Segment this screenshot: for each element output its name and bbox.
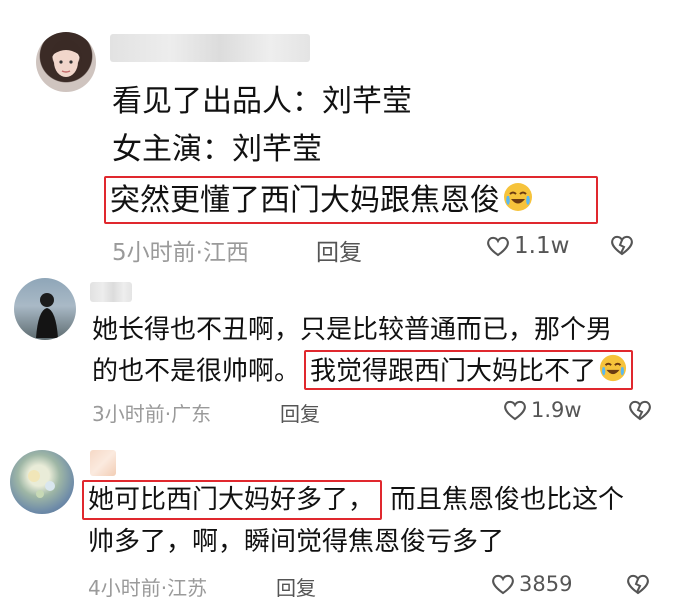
like-button[interactable]: 3859	[491, 572, 572, 596]
crying-laughing-emoji-icon	[599, 354, 627, 390]
dislike-button[interactable]	[610, 234, 634, 260]
comment-text: 的也不是很帅啊。	[92, 356, 301, 387]
comment-text: 而且焦恩俊也比这个	[390, 485, 625, 515]
person-silhouette-icon	[36, 293, 58, 338]
username-blurred[interactable]	[110, 34, 310, 62]
heart-icon	[487, 236, 509, 257]
comment-time-location: 4小时前·江苏	[88, 576, 208, 600]
broken-heart-icon	[627, 574, 649, 595]
broken-heart-icon	[629, 400, 651, 421]
reply-button[interactable]: 回复	[276, 572, 316, 601]
comment-2: 她长得也不丑啊，只是比较普通而已，那个男 的也不是很帅啊。 我觉得跟西门大妈比不…	[0, 270, 675, 432]
dislike-button[interactable]	[626, 573, 650, 599]
comment-time-location: 5小时前·江西	[112, 240, 249, 266]
highlighted-text: 突然更懂了西门大妈跟焦恩俊	[104, 176, 598, 224]
reply-button[interactable]: 回复	[280, 398, 320, 427]
comment-time-location: 3小时前·广东	[92, 402, 212, 426]
username-blurred[interactable]	[90, 282, 132, 302]
like-count: 1.9w	[531, 398, 582, 422]
portrait-icon	[50, 40, 82, 77]
comment-text-line: 帅多了，啊，瞬间觉得焦恩俊亏多了	[88, 527, 505, 557]
heart-icon	[504, 400, 526, 421]
like-button[interactable]: 1.1w	[486, 233, 569, 259]
reply-button[interactable]: 回复	[316, 233, 362, 267]
avatar[interactable]	[14, 278, 76, 340]
crying-laughing-emoji-icon	[503, 182, 533, 221]
highlight-text: 突然更懂了西门大妈跟焦恩俊	[110, 183, 500, 218]
avatar[interactable]	[10, 450, 74, 514]
highlight-text: 她可比西门大妈好多了，	[88, 485, 375, 515]
username-blurred[interactable]	[90, 450, 116, 476]
comment-text-line: 看见了出品人：刘芊莹	[112, 84, 412, 119]
dislike-button[interactable]	[628, 399, 652, 425]
comment-text-line: 女主演：刘芊莹	[112, 132, 322, 167]
like-count: 1.1w	[514, 233, 570, 259]
heart-icon	[492, 574, 514, 595]
flower-icon	[28, 470, 55, 498]
comment-1: 看见了出品人：刘芊莹 女主演：刘芊莹 突然更懂了西门大妈跟焦恩俊 5小时前·江西…	[0, 0, 675, 270]
comment-text-line: 她可比西门大妈好多了， 而且焦恩俊也比这个	[82, 480, 624, 520]
broken-heart-icon	[611, 235, 633, 256]
comment-3: 她可比西门大妈好多了， 而且焦恩俊也比这个 帅多了，啊，瞬间觉得焦恩俊亏多了 4…	[0, 440, 675, 607]
comment-text-line: 的也不是很帅啊。 我觉得跟西门大妈比不了	[92, 350, 634, 390]
like-count: 3859	[519, 572, 573, 596]
avatar[interactable]	[36, 32, 96, 92]
highlight-text: 我觉得跟西门大妈比不了	[310, 356, 597, 387]
comment-text-line: 她长得也不丑啊，只是比较普通而已，那个男	[92, 315, 613, 345]
like-button[interactable]: 1.9w	[503, 398, 582, 422]
